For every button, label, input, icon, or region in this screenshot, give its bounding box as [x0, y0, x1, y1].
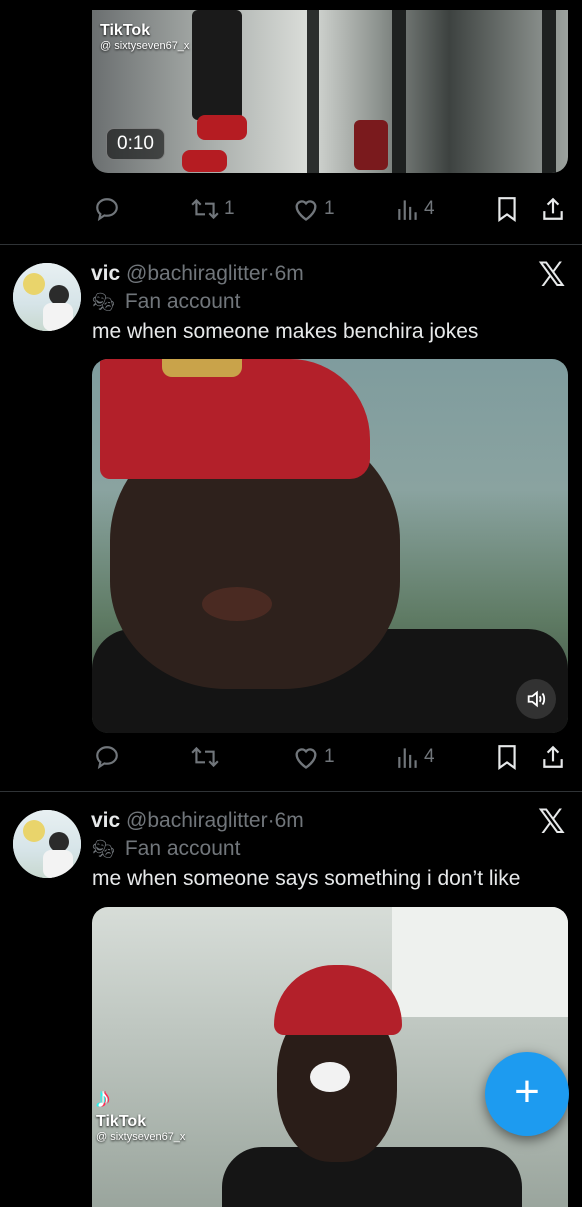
video-scene — [182, 150, 227, 172]
avatar[interactable] — [13, 810, 81, 878]
video-scene — [274, 965, 402, 1035]
display-name[interactable]: vic — [91, 262, 120, 285]
reply-icon — [96, 746, 118, 770]
bookmark-button[interactable] — [496, 196, 518, 222]
video-scene — [100, 359, 370, 479]
mask-icon: 🎭︎ — [92, 291, 115, 312]
post-actions: 1 1 4 — [0, 196, 582, 226]
affiliate-label: 🎭︎ Fan account — [92, 290, 240, 314]
share-icon — [543, 745, 563, 768]
post-text: me when someone says something i don’t l… — [92, 867, 521, 890]
display-name[interactable]: vic — [91, 809, 120, 832]
video-scene — [162, 359, 242, 377]
repost-button[interactable] — [190, 744, 224, 770]
views-icon — [398, 748, 417, 768]
like-button[interactable]: 1 — [292, 744, 335, 770]
post-author[interactable]: vic @bachiraglitter·6m — [91, 809, 304, 833]
reply-button[interactable] — [94, 744, 120, 770]
video-scene — [307, 10, 319, 173]
x-logo-icon[interactable]: 𝕏 — [538, 802, 565, 842]
speaker-icon — [527, 690, 546, 708]
post-author[interactable]: vic @bachiraglitter·6m — [91, 262, 304, 286]
bookmark-icon — [498, 197, 516, 222]
video-scene — [197, 115, 247, 140]
bookmark-button[interactable] — [496, 744, 518, 770]
repost-icon — [191, 198, 219, 220]
mask-icon: 🎭︎ — [92, 838, 115, 859]
video-scene — [354, 120, 388, 170]
x-logo-icon[interactable]: 𝕏 — [538, 255, 565, 295]
repost-button[interactable]: 1 — [190, 196, 235, 222]
handle-time: @bachiraglitter·6m — [126, 809, 304, 832]
mute-button[interactable] — [516, 679, 556, 719]
video-scene — [542, 10, 556, 173]
share-button[interactable] — [540, 744, 566, 770]
post-1: vic @bachiraglitter·6m 𝕏 🎭︎ Fan account … — [0, 245, 582, 790]
like-count: 1 — [324, 198, 335, 219]
post-top: TikTok @ sixtyseven67_x 0:10 1 1 4 — [0, 0, 582, 245]
bookmark-icon — [498, 745, 516, 770]
like-button[interactable]: 1 — [292, 196, 335, 222]
repost-icon — [191, 746, 219, 768]
post-2: vic @bachiraglitter·6m 𝕏 🎭︎ Fan account … — [0, 792, 582, 1207]
avatar-art — [43, 850, 73, 878]
tiktok-logo-icon: ♪ — [96, 1082, 110, 1113]
share-icon — [543, 197, 563, 220]
views-count: 4 — [424, 198, 435, 219]
compose-button[interactable]: + — [485, 1052, 569, 1136]
avatar[interactable] — [13, 263, 81, 331]
compose-icon: + — [514, 1067, 540, 1116]
video-scene — [392, 907, 568, 1017]
views-count: 4 — [424, 746, 435, 767]
avatar-art — [23, 273, 45, 295]
avatar-art — [49, 285, 69, 305]
share-button[interactable] — [540, 196, 566, 222]
like-icon — [295, 748, 317, 769]
like-icon — [295, 200, 317, 221]
label-text: Fan account — [124, 290, 241, 313]
handle-time: @bachiraglitter·6m — [126, 262, 304, 285]
avatar-art — [43, 303, 73, 331]
video-scene — [392, 10, 406, 173]
video-scene — [202, 587, 272, 621]
tiktok-watermark: TikTok @ sixtyseven67_x — [100, 22, 190, 52]
views-button[interactable]: 4 — [396, 744, 435, 770]
post-video[interactable]: TikTok @ sixtyseven67_x 0:10 — [92, 10, 568, 173]
watermark-name: TikTok — [96, 1113, 147, 1130]
video-duration: 0:10 — [106, 128, 165, 160]
repost-count: 1 — [224, 198, 235, 219]
reply-button[interactable] — [94, 196, 120, 222]
video-scene — [222, 1147, 522, 1207]
post-video[interactable]: ♪ TikTok @ sixtyseven67_x — [92, 907, 568, 1207]
views-icon — [398, 200, 417, 220]
affiliate-label: 🎭︎ Fan account — [92, 837, 240, 861]
reply-icon — [96, 198, 118, 222]
avatar-art — [23, 820, 45, 842]
video-scene — [310, 1062, 350, 1092]
post-video[interactable] — [92, 359, 568, 733]
post-actions: 1 4 — [0, 744, 582, 774]
label-text: Fan account — [124, 837, 241, 860]
video-scene — [192, 10, 242, 120]
views-button[interactable]: 4 — [396, 196, 435, 222]
avatar-art — [49, 832, 69, 852]
watermark-handle: @ sixtyseven67_x — [96, 1131, 186, 1143]
like-count: 1 — [324, 746, 335, 767]
tiktok-watermark: ♪ TikTok @ sixtyseven67_x — [96, 1082, 186, 1144]
post-text: me when someone makes benchira jokes — [92, 320, 479, 343]
